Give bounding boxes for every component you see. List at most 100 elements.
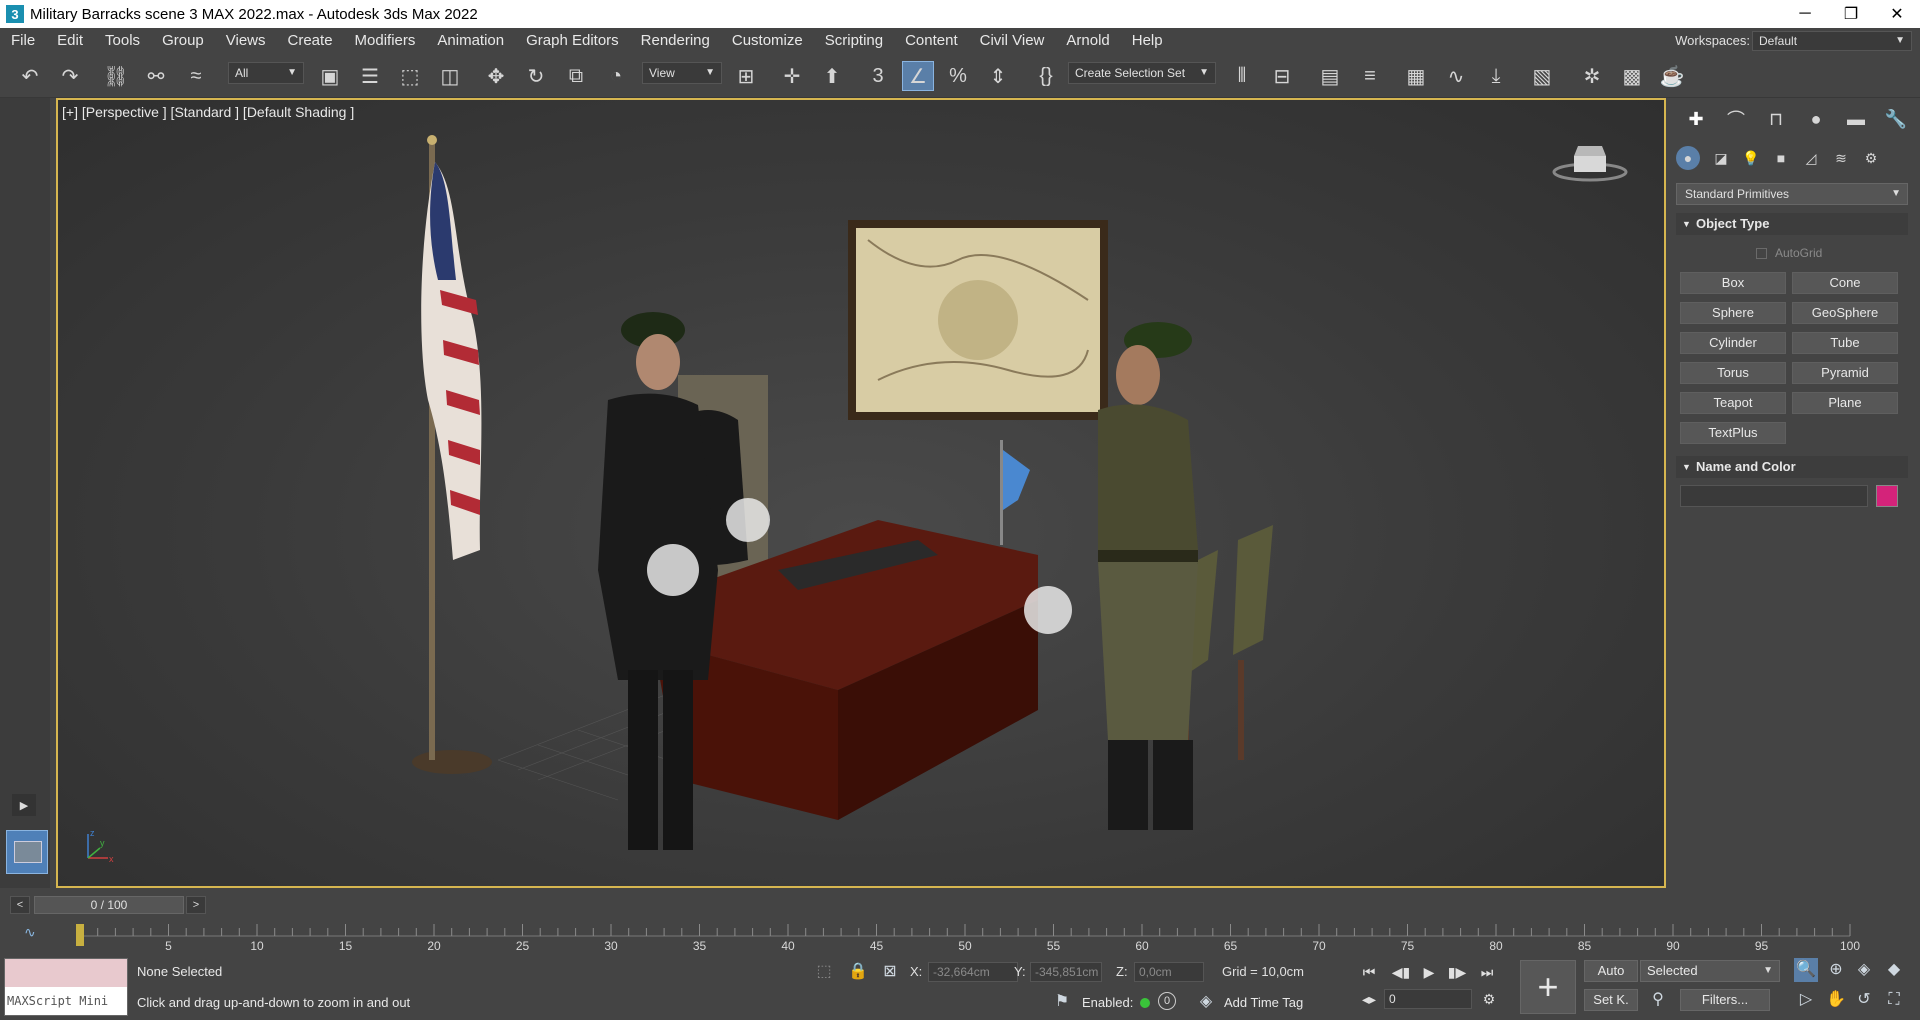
teapot-button[interactable]: Teapot <box>1680 392 1786 414</box>
box-button[interactable]: Box <box>1680 272 1786 294</box>
next-frame-button[interactable]: > <box>186 896 206 914</box>
play-expand-icon[interactable]: ▶ <box>12 794 36 816</box>
rotate-icon[interactable]: ↻ <box>520 61 552 91</box>
dope-sheet-icon[interactable]: ⤓ <box>1480 61 1512 91</box>
curve-editor-icon[interactable]: ∿ <box>1440 61 1472 91</box>
autogrid-checkbox[interactable]: AutoGrid <box>1756 246 1822 260</box>
mirror-icon[interactable]: ✛ <box>776 61 808 91</box>
reference-coordinate-dropdown[interactable]: View ▼ <box>642 62 722 84</box>
isolate-selection-icon[interactable]: ⬚ <box>812 960 836 984</box>
motion-tab-icon[interactable]: ● <box>1796 106 1836 132</box>
viewport-layout-thumbnail[interactable] <box>6 830 48 874</box>
close-button[interactable]: ✕ <box>1874 0 1920 28</box>
maximize-viewport-icon[interactable]: ⛶ <box>1882 988 1906 1012</box>
spacewarps-icon[interactable]: ≋ <box>1826 146 1856 170</box>
menu-tools[interactable]: Tools <box>94 28 151 54</box>
menu-civil-view[interactable]: Civil View <box>969 28 1056 54</box>
menu-help[interactable]: Help <box>1121 28 1174 54</box>
menu-content[interactable]: Content <box>894 28 969 54</box>
prev-key-icon[interactable]: ◀▮ <box>1390 961 1412 983</box>
object-color-swatch[interactable] <box>1876 485 1898 507</box>
plane-button[interactable]: Plane <box>1792 392 1898 414</box>
zoom-all-icon[interactable]: ⊕ <box>1824 958 1848 982</box>
sphere-button[interactable]: Sphere <box>1680 302 1786 324</box>
ribbon-icon[interactable]: ▦ <box>1400 61 1432 91</box>
maxscript-listener[interactable]: MAXScript Mini <box>4 958 128 1016</box>
lights-icon[interactable]: 💡 <box>1736 146 1766 170</box>
rect-region-icon[interactable]: ⬚ <box>394 61 426 91</box>
create-tab-icon[interactable]: ✚ <box>1676 106 1716 132</box>
adaptive-degradation-icon[interactable]: ⚑ <box>1050 990 1074 1014</box>
menu-rendering[interactable]: Rendering <box>630 28 721 54</box>
redo-icon[interactable]: ↷ <box>54 61 86 91</box>
z-coord-input[interactable]: 0,0cm <box>1134 962 1204 982</box>
shapes-icon[interactable]: ◪ <box>1706 146 1736 170</box>
tube-button[interactable]: Tube <box>1792 332 1898 354</box>
window-crossing-icon[interactable]: ◫ <box>434 61 466 91</box>
percent-snap-icon[interactable]: % <box>942 61 974 91</box>
render-setup-icon[interactable]: ▩ <box>1616 61 1648 91</box>
play-icon[interactable]: ▶ <box>1418 961 1440 983</box>
select-object-icon[interactable]: ▣ <box>314 61 346 91</box>
menu-views[interactable]: Views <box>215 28 277 54</box>
go-to-end-icon[interactable]: ⏭ <box>1476 961 1498 983</box>
key-filter-selection-dropdown[interactable]: Selected ▼ <box>1640 960 1780 982</box>
selection-filter-dropdown[interactable]: All ▼ <box>228 62 304 84</box>
current-time-marker[interactable] <box>76 924 84 946</box>
enabled-count-badge[interactable]: 0 <box>1158 992 1176 1010</box>
prev-frame-button[interactable]: < <box>10 896 30 914</box>
next-key-icon[interactable]: ▮▶ <box>1446 961 1468 983</box>
torus-button[interactable]: Torus <box>1680 362 1786 384</box>
maxscript-input[interactable]: MAXScript Mini <box>5 987 127 1015</box>
go-to-start-icon[interactable]: ⏮ <box>1358 961 1380 983</box>
utilities-tab-icon[interactable]: 🔧 <box>1876 106 1916 132</box>
menu-graph-editors[interactable]: Graph Editors <box>515 28 630 54</box>
selection-lock-icon[interactable]: 🔒 <box>846 960 870 984</box>
menu-customize[interactable]: Customize <box>721 28 814 54</box>
display-tab-icon[interactable]: ▬ <box>1836 106 1876 132</box>
pan-hand-icon[interactable]: ✋ <box>1824 988 1848 1012</box>
cameras-icon[interactable]: ■ <box>1766 146 1796 170</box>
menu-modifiers[interactable]: Modifiers <box>344 28 427 54</box>
align-icon[interactable]: ⬆ <box>816 61 848 91</box>
bind-spacewarp-icon[interactable]: ≈ <box>180 61 212 91</box>
menu-create[interactable]: Create <box>277 28 344 54</box>
toggle-layers-icon[interactable]: ≡ <box>1354 61 1386 91</box>
key-mode-toggle-icon[interactable]: ◂▸ <box>1358 988 1380 1010</box>
align-tool-icon[interactable]: ⊟ <box>1266 61 1298 91</box>
snap-3d-icon[interactable]: 3 <box>862 61 894 91</box>
named-selection-icon[interactable]: {} <box>1030 61 1062 91</box>
zoom-icon[interactable]: 🔍 <box>1794 958 1818 982</box>
zoom-extents-icon[interactable]: ◈ <box>1852 958 1876 982</box>
spinner-snap-icon[interactable]: ⇕ <box>982 61 1014 91</box>
material-editor-icon[interactable]: ✲ <box>1576 61 1608 91</box>
helpers-icon[interactable]: ◿ <box>1796 146 1826 170</box>
primitive-category-dropdown[interactable]: Standard Primitives ▼ <box>1676 183 1908 205</box>
undo-icon[interactable]: ↶ <box>14 61 46 91</box>
workspaces-dropdown[interactable]: Default ▼ <box>1752 31 1912 51</box>
key-filters-button[interactable]: Filters... <box>1680 989 1770 1011</box>
textplus-button[interactable]: TextPlus <box>1680 422 1786 444</box>
auto-key-button[interactable]: Auto <box>1584 960 1638 982</box>
select-by-name-icon[interactable]: ☰ <box>354 61 386 91</box>
time-config-icon[interactable]: ⚙ <box>1478 988 1500 1010</box>
object-type-rollout-header[interactable]: ▼ Object Type <box>1676 213 1908 235</box>
pivot-icon[interactable]: ⊞ <box>730 61 762 91</box>
current-frame-spinner[interactable]: 0 <box>1384 989 1472 1009</box>
pyramid-button[interactable]: Pyramid <box>1792 362 1898 384</box>
time-slider-thumb[interactable]: 0 / 100 <box>34 896 184 914</box>
add-time-tag-button[interactable]: Add Time Tag <box>1224 995 1303 1010</box>
placement-icon[interactable]: ◔ <box>600 61 632 91</box>
modify-tab-icon[interactable]: ⌒ <box>1716 106 1756 132</box>
schematic-view-icon[interactable]: ▧ <box>1526 61 1558 91</box>
orbit-icon[interactable]: ↺ <box>1852 988 1876 1012</box>
hierarchy-tab-icon[interactable]: ⊓ <box>1756 106 1796 132</box>
absolute-mode-icon[interactable]: ⊠ <box>878 960 902 984</box>
cylinder-button[interactable]: Cylinder <box>1680 332 1786 354</box>
perspective-viewport[interactable]: [+] [Perspective ] [Standard ] [Default … <box>56 98 1666 888</box>
unlink-icon[interactable]: ⚯ <box>140 61 172 91</box>
minimize-button[interactable]: ─ <box>1782 0 1828 28</box>
menu-edit[interactable]: Edit <box>46 28 94 54</box>
restore-button[interactable]: ❐ <box>1828 0 1874 28</box>
field-of-view-icon[interactable]: ▷ <box>1794 988 1818 1012</box>
